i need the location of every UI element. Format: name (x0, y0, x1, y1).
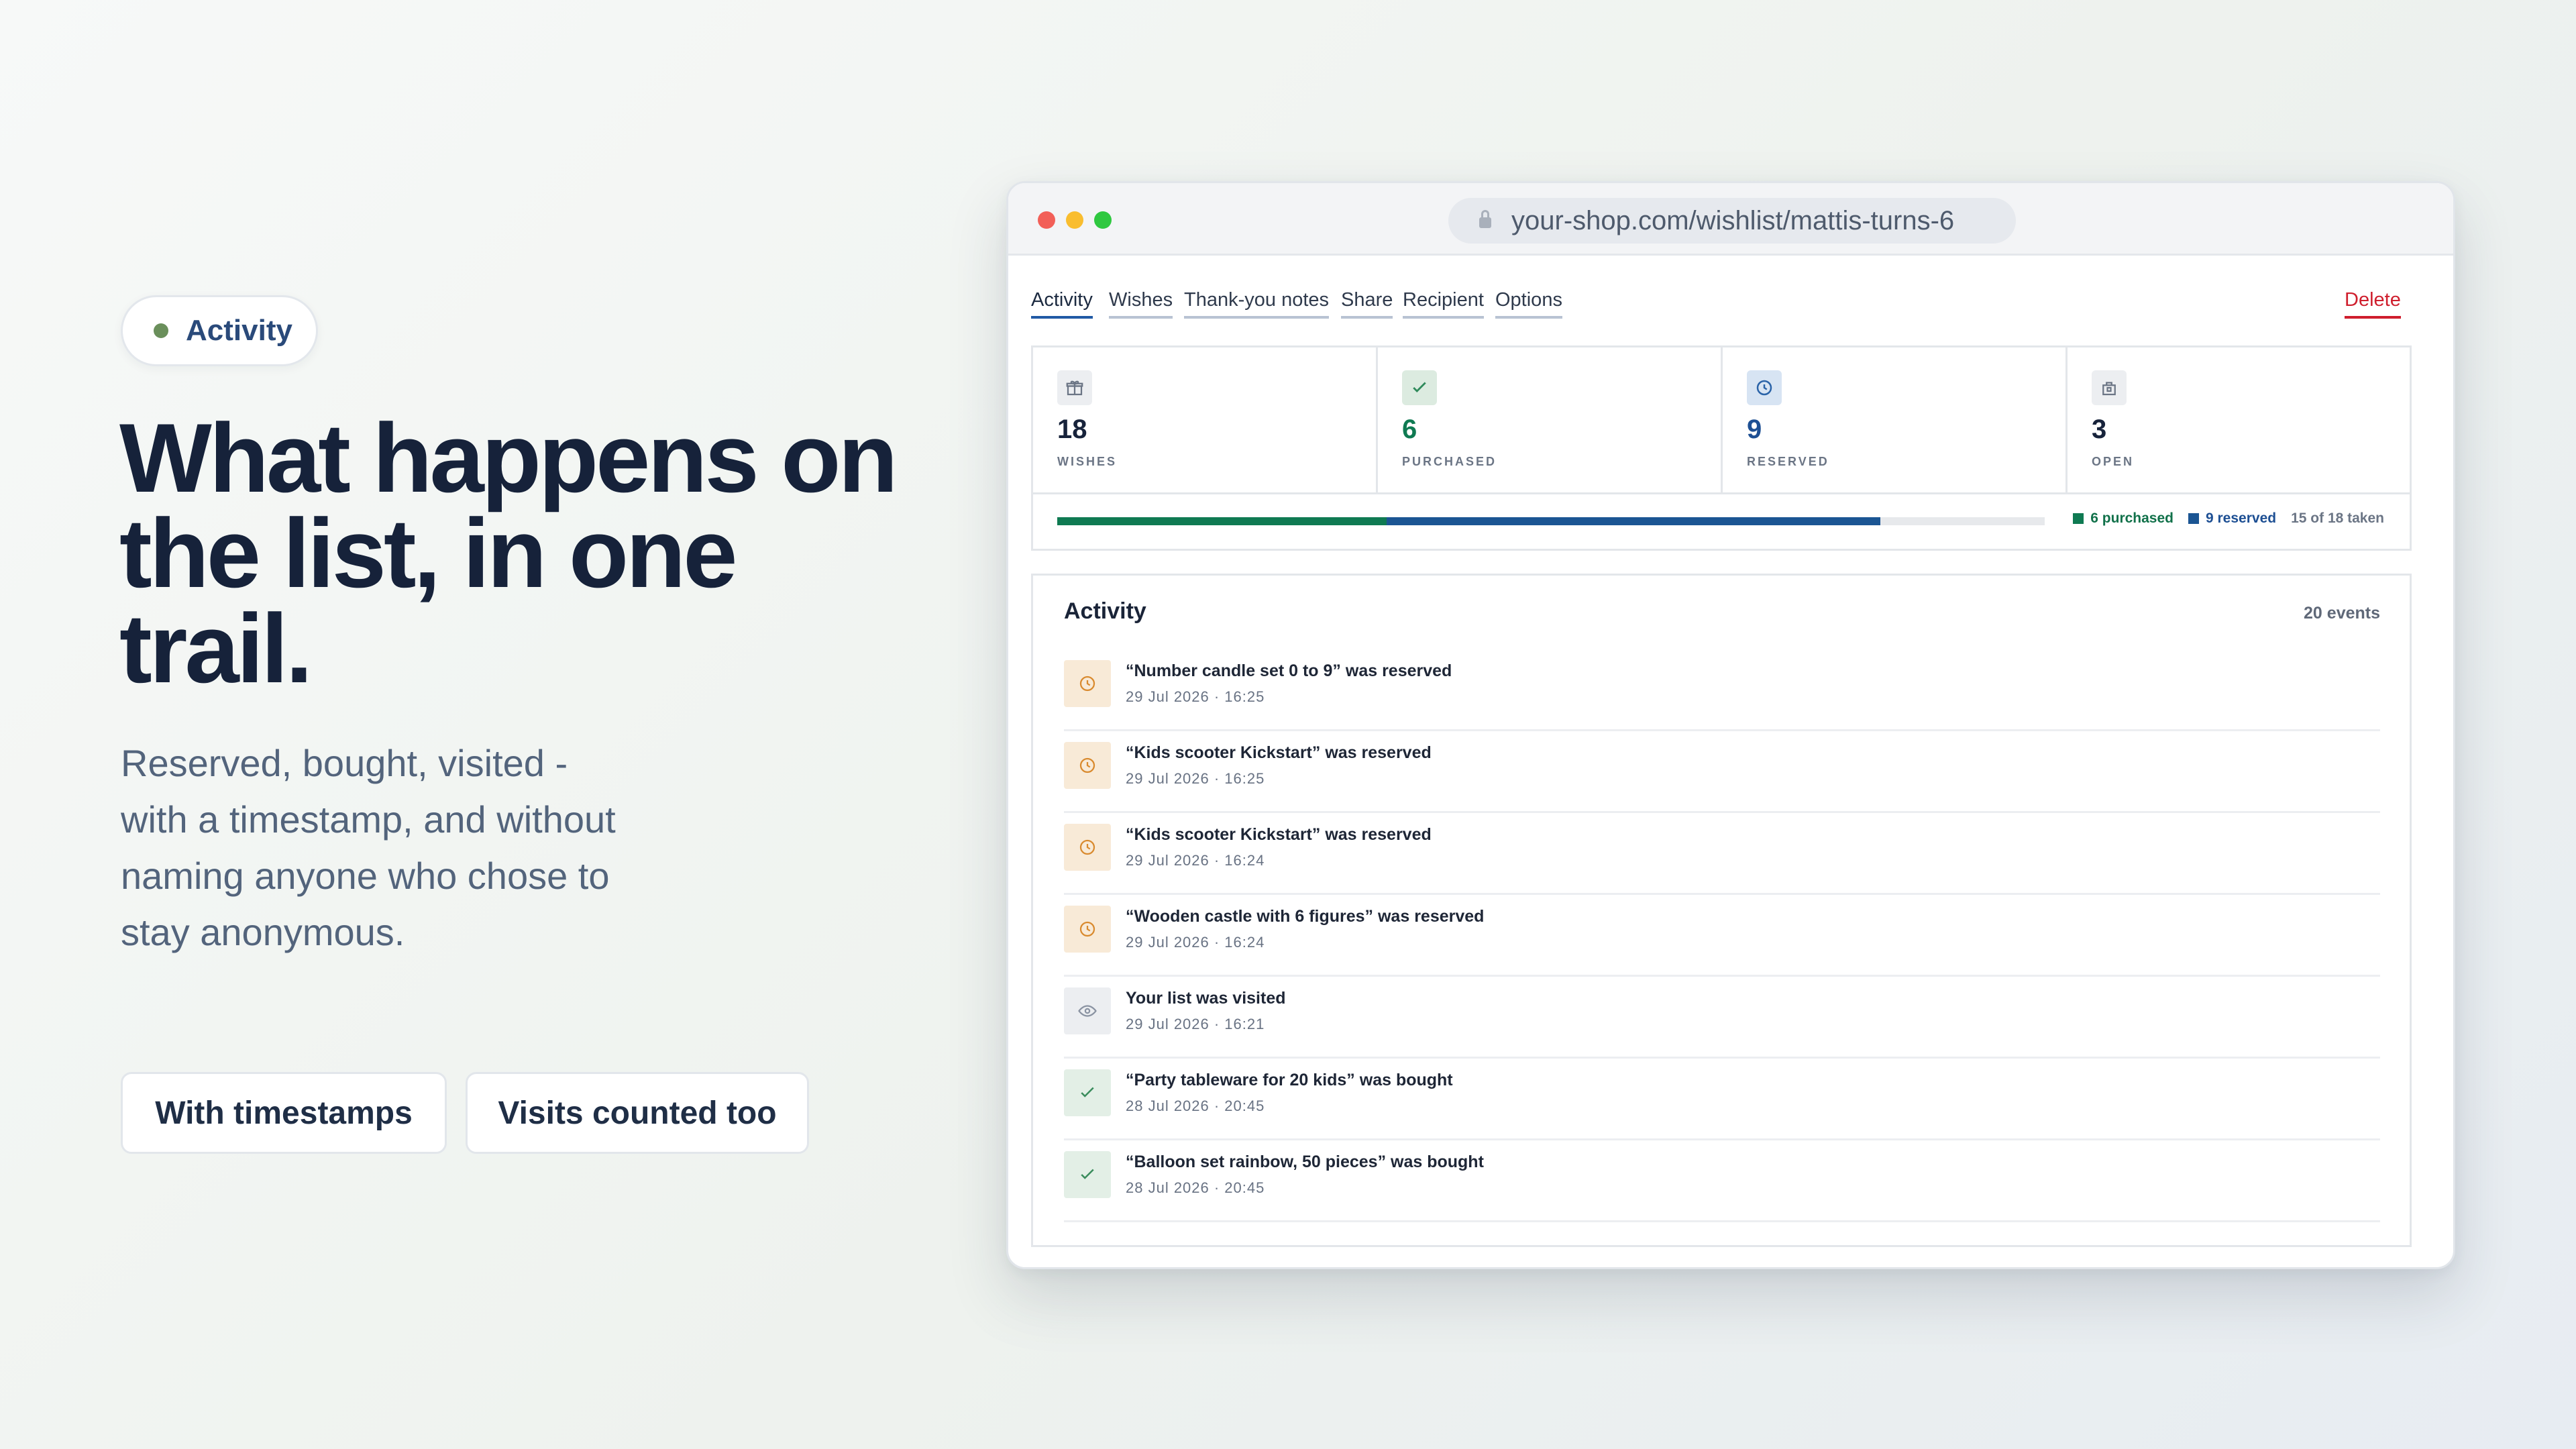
activity-event-date: 29 Jul 2026 · 16:25 (1126, 770, 1265, 787)
clock-icon (1747, 370, 1782, 405)
stat-wishes-value: 18 (1057, 415, 1087, 444)
maximize-window-button[interactable] (1094, 211, 1112, 229)
clock-icon (1064, 742, 1111, 789)
hero-subtitle: Reserved, bought, visited - with a times… (121, 742, 616, 953)
activity-event: “Party tableware for 20 kids” was bought… (1064, 1059, 2380, 1140)
check-icon (1064, 1069, 1111, 1116)
legend-reserved: 9 reserved (2188, 511, 2276, 527)
progress-row: 6 purchased 9 reserved 15 of 18 taken (1033, 492, 2410, 549)
progress-bar (1057, 517, 2045, 525)
legend-purchased-label: 6 purchased (2090, 511, 2174, 526)
activity-event-date: 29 Jul 2026 · 16:21 (1126, 1016, 1265, 1032)
eye-icon (1064, 987, 1111, 1034)
activity-event: Your list was visited 29 Jul 2026 · 16:2… (1064, 977, 2380, 1059)
activity-event-text: “Number candle set 0 to 9” was reserved (1126, 661, 1452, 680)
check-icon (1402, 370, 1437, 405)
activity-event-text: Your list was visited (1126, 989, 1286, 1008)
browser-window: your-shop.com/wishlist/mattis-turns-6 Ac… (1006, 181, 2455, 1269)
activity-event: “Number candle set 0 to 9” was reserved … (1064, 649, 2380, 731)
activity-badge-label: Activity (186, 314, 292, 347)
legend-reserved-label: 9 reserved (2206, 511, 2277, 526)
stat-open-label: OPEN (2092, 455, 2135, 468)
activity-event: “Kids scooter Kickstart” was reserved 29… (1064, 813, 2380, 895)
lock-icon (1479, 210, 1491, 228)
legend-reserved-swatch (2188, 513, 2199, 524)
activity-event-date: 29 Jul 2026 · 16:24 (1126, 852, 1265, 869)
tab-wishes[interactable]: Wishes (1109, 286, 1173, 319)
stats-panel: 18 WISHES 6 PURCHASED 9 RESERVED 3 OPEN (1031, 345, 2412, 551)
progress-reserved-segment (1386, 517, 1880, 525)
activity-event-text: “Wooden castle with 6 figures” was reser… (1126, 907, 1485, 926)
clock-icon (1064, 906, 1111, 953)
close-window-button[interactable] (1038, 211, 1055, 229)
minimize-window-button[interactable] (1066, 211, 1083, 229)
activity-event-date: 28 Jul 2026 · 20:45 (1126, 1097, 1265, 1114)
feature-chip-timestamps: With timestamps (121, 1072, 447, 1154)
stat-purchased: 6 PURCHASED (1378, 347, 1723, 492)
stat-reserved-value: 9 (1747, 415, 1762, 444)
gift-icon (1057, 370, 1092, 405)
activity-event: “Balloon set rainbow, 50 pieces” was bou… (1064, 1140, 2380, 1222)
stat-reserved-label: RESERVED (1747, 455, 1829, 468)
legend-purchased: 6 purchased (2073, 511, 2174, 527)
tab-recipient[interactable]: Recipient (1403, 286, 1484, 319)
activity-event-text: “Party tableware for 20 kids” was bought (1126, 1071, 1453, 1089)
activity-event: “Wooden castle with 6 figures” was reser… (1064, 895, 2380, 977)
feature-chip-visits: Visits counted too (466, 1072, 809, 1154)
legend-purchased-swatch (2073, 513, 2084, 524)
activity-event-text: “Kids scooter Kickstart” was reserved (1126, 743, 1432, 762)
activity-event-date: 29 Jul 2026 · 16:25 (1126, 688, 1265, 705)
clock-icon (1064, 824, 1111, 871)
activity-card-title: Activity (1064, 598, 1146, 624)
activity-event-date: 29 Jul 2026 · 16:24 (1126, 934, 1265, 951)
url-text: your-shop.com/wishlist/mattis-turns-6 (1511, 205, 1955, 235)
clock-icon (1064, 660, 1111, 707)
activity-event: “Kids scooter Kickstart” was reserved 29… (1064, 731, 2380, 813)
stat-reserved: 9 RESERVED (1723, 347, 2068, 492)
activity-event-count: 20 events (2304, 604, 2380, 623)
stat-purchased-label: PURCHASED (1402, 455, 1497, 468)
activity-event-text: “Kids scooter Kickstart” was reserved (1126, 825, 1432, 844)
tab-thank-you-notes[interactable]: Thank-you notes (1184, 286, 1330, 319)
activity-event-date: 28 Jul 2026 · 20:45 (1126, 1179, 1265, 1196)
stat-purchased-value: 6 (1402, 415, 1417, 444)
hero-title: What happens on the list, in one trail. (119, 403, 898, 703)
activity-event-text: “Balloon set rainbow, 50 pieces” was bou… (1126, 1152, 1484, 1171)
check-icon (1064, 1151, 1111, 1198)
address-bar[interactable]: your-shop.com/wishlist/mattis-turns-6 (1448, 198, 2016, 244)
progress-legend: 6 purchased 9 reserved 15 of 18 taken (2073, 511, 2384, 527)
stat-wishes: 18 WISHES (1033, 347, 1378, 492)
tab-options[interactable]: Options (1495, 286, 1562, 319)
activity-card: Activity 20 events “Number candle set 0 … (1031, 574, 2412, 1247)
legend-taken-label: 15 of 18 taken (2291, 511, 2384, 526)
tab-share[interactable]: Share (1341, 286, 1393, 319)
progress-purchased-segment (1057, 517, 1387, 525)
stat-wishes-label: WISHES (1057, 455, 1118, 468)
status-dot (154, 323, 168, 338)
open-box-icon (2092, 370, 2127, 405)
activity-badge: Activity (121, 295, 318, 366)
stat-open-value: 3 (2092, 415, 2107, 444)
stat-open: 3 OPEN (2068, 347, 2414, 492)
delete-button[interactable]: Delete (2345, 286, 2401, 319)
tab-activity[interactable]: Activity (1031, 286, 1093, 319)
browser-titlebar: your-shop.com/wishlist/mattis-turns-6 (1008, 183, 2453, 256)
